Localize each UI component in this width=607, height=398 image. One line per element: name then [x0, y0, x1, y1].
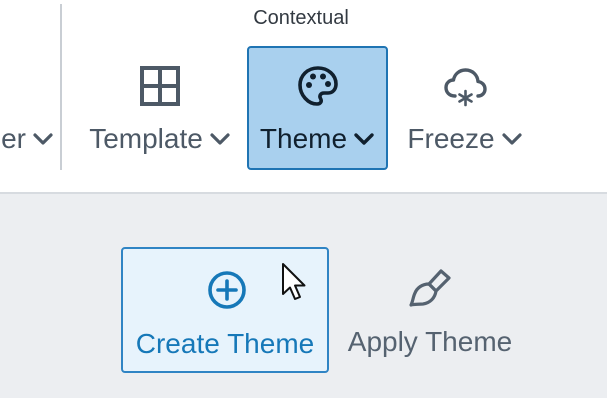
- theme-label: Theme: [259, 123, 348, 154]
- create-theme-label: Create Theme: [135, 328, 315, 359]
- ribbon-toolbar: Contextual er Template Theme Freeze: [0, 0, 607, 193]
- chevron-down-icon: [501, 133, 522, 145]
- grid-icon: [140, 66, 180, 106]
- group-divider: [60, 4, 62, 170]
- apply-theme-button[interactable]: Apply Theme: [335, 247, 525, 373]
- theme-button[interactable]: Theme: [247, 46, 388, 170]
- template-label: Template: [89, 123, 203, 154]
- paintbrush-icon: [409, 269, 451, 307]
- template-label-row: Template: [78, 122, 242, 156]
- group-label-contextual: Contextual: [253, 7, 349, 29]
- freeze-label-row: Freeze: [398, 122, 532, 156]
- freeze-button[interactable]: Freeze: [398, 46, 532, 170]
- palette-icon: [297, 66, 338, 106]
- template-button[interactable]: Template: [78, 46, 242, 170]
- partial-ribbon-button-label: er: [1, 123, 26, 154]
- plus-circle-icon: [208, 271, 246, 309]
- apply-theme-label: Apply Theme: [347, 326, 513, 357]
- chevron-down-icon: [210, 133, 230, 145]
- freeze-label: Freeze: [407, 123, 495, 154]
- chevron-down-icon: [33, 133, 53, 145]
- theme-label-row: Theme: [249, 122, 386, 156]
- chevron-down-icon: [354, 133, 374, 145]
- partial-ribbon-button-label-row: er: [0, 122, 54, 156]
- partial-ribbon-button[interactable]: er: [0, 46, 54, 170]
- cloud-snow-icon: [444, 68, 487, 107]
- mouse-cursor-icon: [282, 263, 306, 300]
